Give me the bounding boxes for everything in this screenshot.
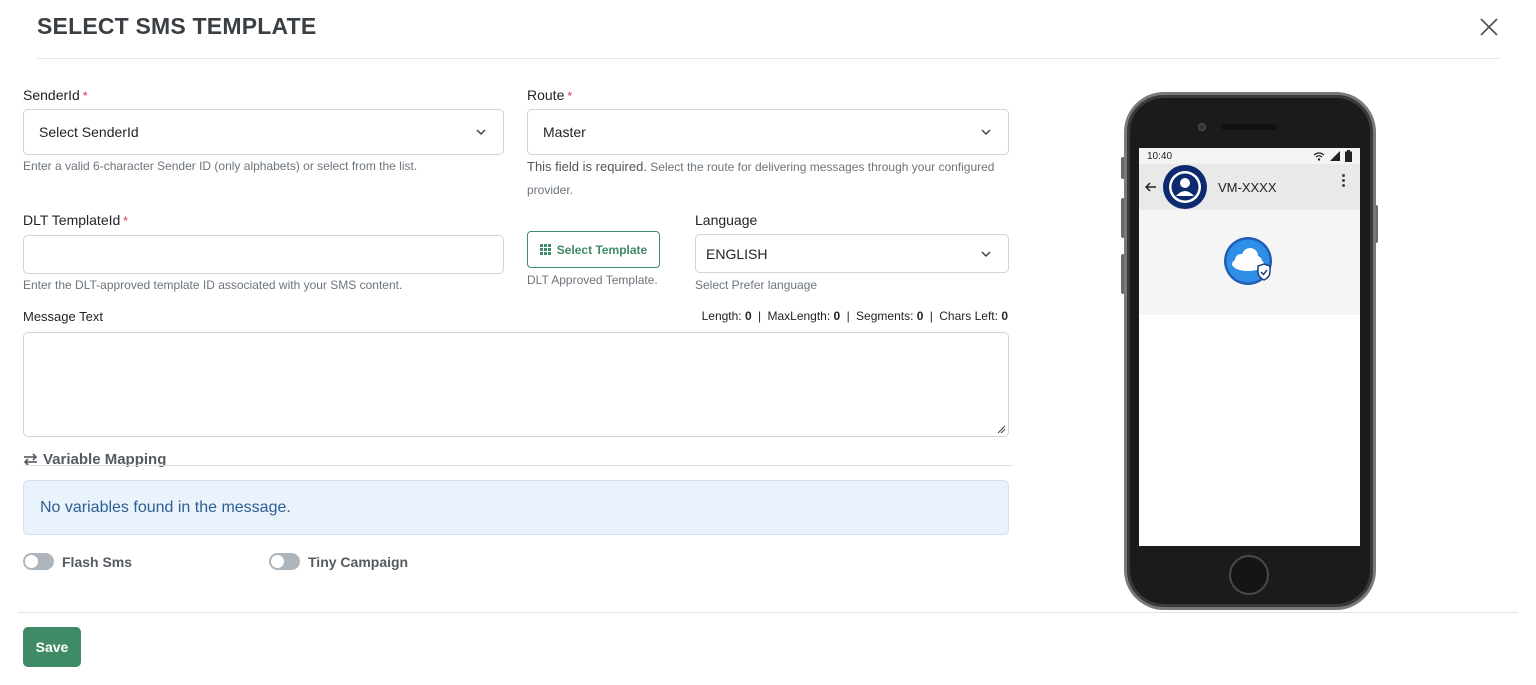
- battery-icon: [1345, 150, 1352, 162]
- route-label: Route *: [527, 87, 573, 103]
- segments-value: 0: [916, 309, 924, 323]
- sender-id-help: Enter a valid 6-character Sender ID (onl…: [23, 159, 418, 173]
- phone-home-button: [1229, 555, 1269, 595]
- wifi-icon: [1313, 151, 1325, 161]
- route-error-text: This field is required.: [527, 159, 647, 174]
- route-help: This field is required. Select the route…: [527, 159, 995, 197]
- message-text-area[interactable]: [23, 332, 1009, 437]
- select-template-help: DLT Approved Template.: [527, 273, 658, 287]
- language-label: Language: [695, 212, 758, 228]
- select-template-label: Select Template: [556, 242, 648, 257]
- language-select[interactable]: ENGLISH: [695, 234, 1009, 273]
- save-button[interactable]: Save: [23, 627, 81, 667]
- phone-chat-area: [1139, 210, 1360, 315]
- phone-sender-name: VM-XXXX: [1218, 179, 1277, 195]
- header-divider: [37, 58, 1500, 59]
- route-select[interactable]: Master: [527, 109, 1009, 155]
- flash-sms-toggle[interactable]: [23, 553, 54, 570]
- sender-id-label: SenderId *: [23, 87, 88, 103]
- grid-icon: [539, 244, 551, 255]
- language-help: Select Prefer language: [695, 278, 818, 292]
- phone-camera-icon: [1198, 123, 1206, 131]
- sender-id-selected-value: Select SenderId: [39, 124, 139, 140]
- phone-status-bar: 10:40: [1139, 148, 1360, 164]
- phone-time: 10:40: [1147, 150, 1173, 162]
- chevron-down-icon: [476, 129, 486, 136]
- no-variables-alert: No variables found in the message.: [23, 480, 1009, 535]
- phone-speaker: [1221, 124, 1277, 130]
- tiny-campaign-toggle-group: Tiny Campaign: [269, 553, 408, 570]
- language-selected-value: ENGLISH: [706, 245, 768, 262]
- variable-mapping-divider: [23, 465, 1013, 466]
- cloud-shield-logo-icon: [1223, 236, 1272, 285]
- tiny-campaign-toggle[interactable]: [269, 553, 300, 570]
- chevron-down-icon: [981, 129, 991, 136]
- select-template-button[interactable]: Select Template: [527, 231, 660, 268]
- sender-id-select[interactable]: Select SenderId: [23, 109, 504, 155]
- dlt-template-id-input[interactable]: [23, 235, 504, 274]
- route-selected-value: Master: [543, 124, 586, 140]
- chevron-down-icon: [981, 250, 991, 257]
- dlt-template-id-help: Enter the DLT-approved template ID assoc…: [23, 278, 403, 292]
- flash-sms-label: Flash Sms: [62, 553, 133, 570]
- modal-title: SELECT SMS TEMPLATE: [37, 13, 317, 39]
- max-length-value: 0: [833, 309, 841, 323]
- more-vertical-icon: [1342, 174, 1346, 189]
- user-icon: [1169, 171, 1201, 203]
- signal-icon: [1330, 151, 1340, 161]
- phone-screen: 10:40 VM-XXXX: [1139, 148, 1360, 546]
- message-counter: Length: 0 | MaxLength: 0 | Segments: 0 |…: [701, 309, 1008, 323]
- message-text-label: Message Text: [23, 309, 103, 324]
- phone-app-bar: VM-XXXX: [1139, 164, 1360, 210]
- chars-left-value: 0: [1001, 309, 1008, 323]
- back-arrow-icon: [1145, 182, 1156, 192]
- close-button[interactable]: [1478, 16, 1500, 38]
- flash-sms-toggle-group: Flash Sms: [23, 553, 132, 570]
- length-value: 0: [744, 309, 752, 323]
- tiny-campaign-label: Tiny Campaign: [308, 553, 409, 570]
- avatar: [1163, 165, 1207, 209]
- footer-divider: [18, 612, 1518, 613]
- close-icon: [1480, 18, 1498, 36]
- resize-grip-icon[interactable]: [997, 425, 1006, 434]
- dlt-template-id-label: DLT TemplateId *: [23, 212, 128, 228]
